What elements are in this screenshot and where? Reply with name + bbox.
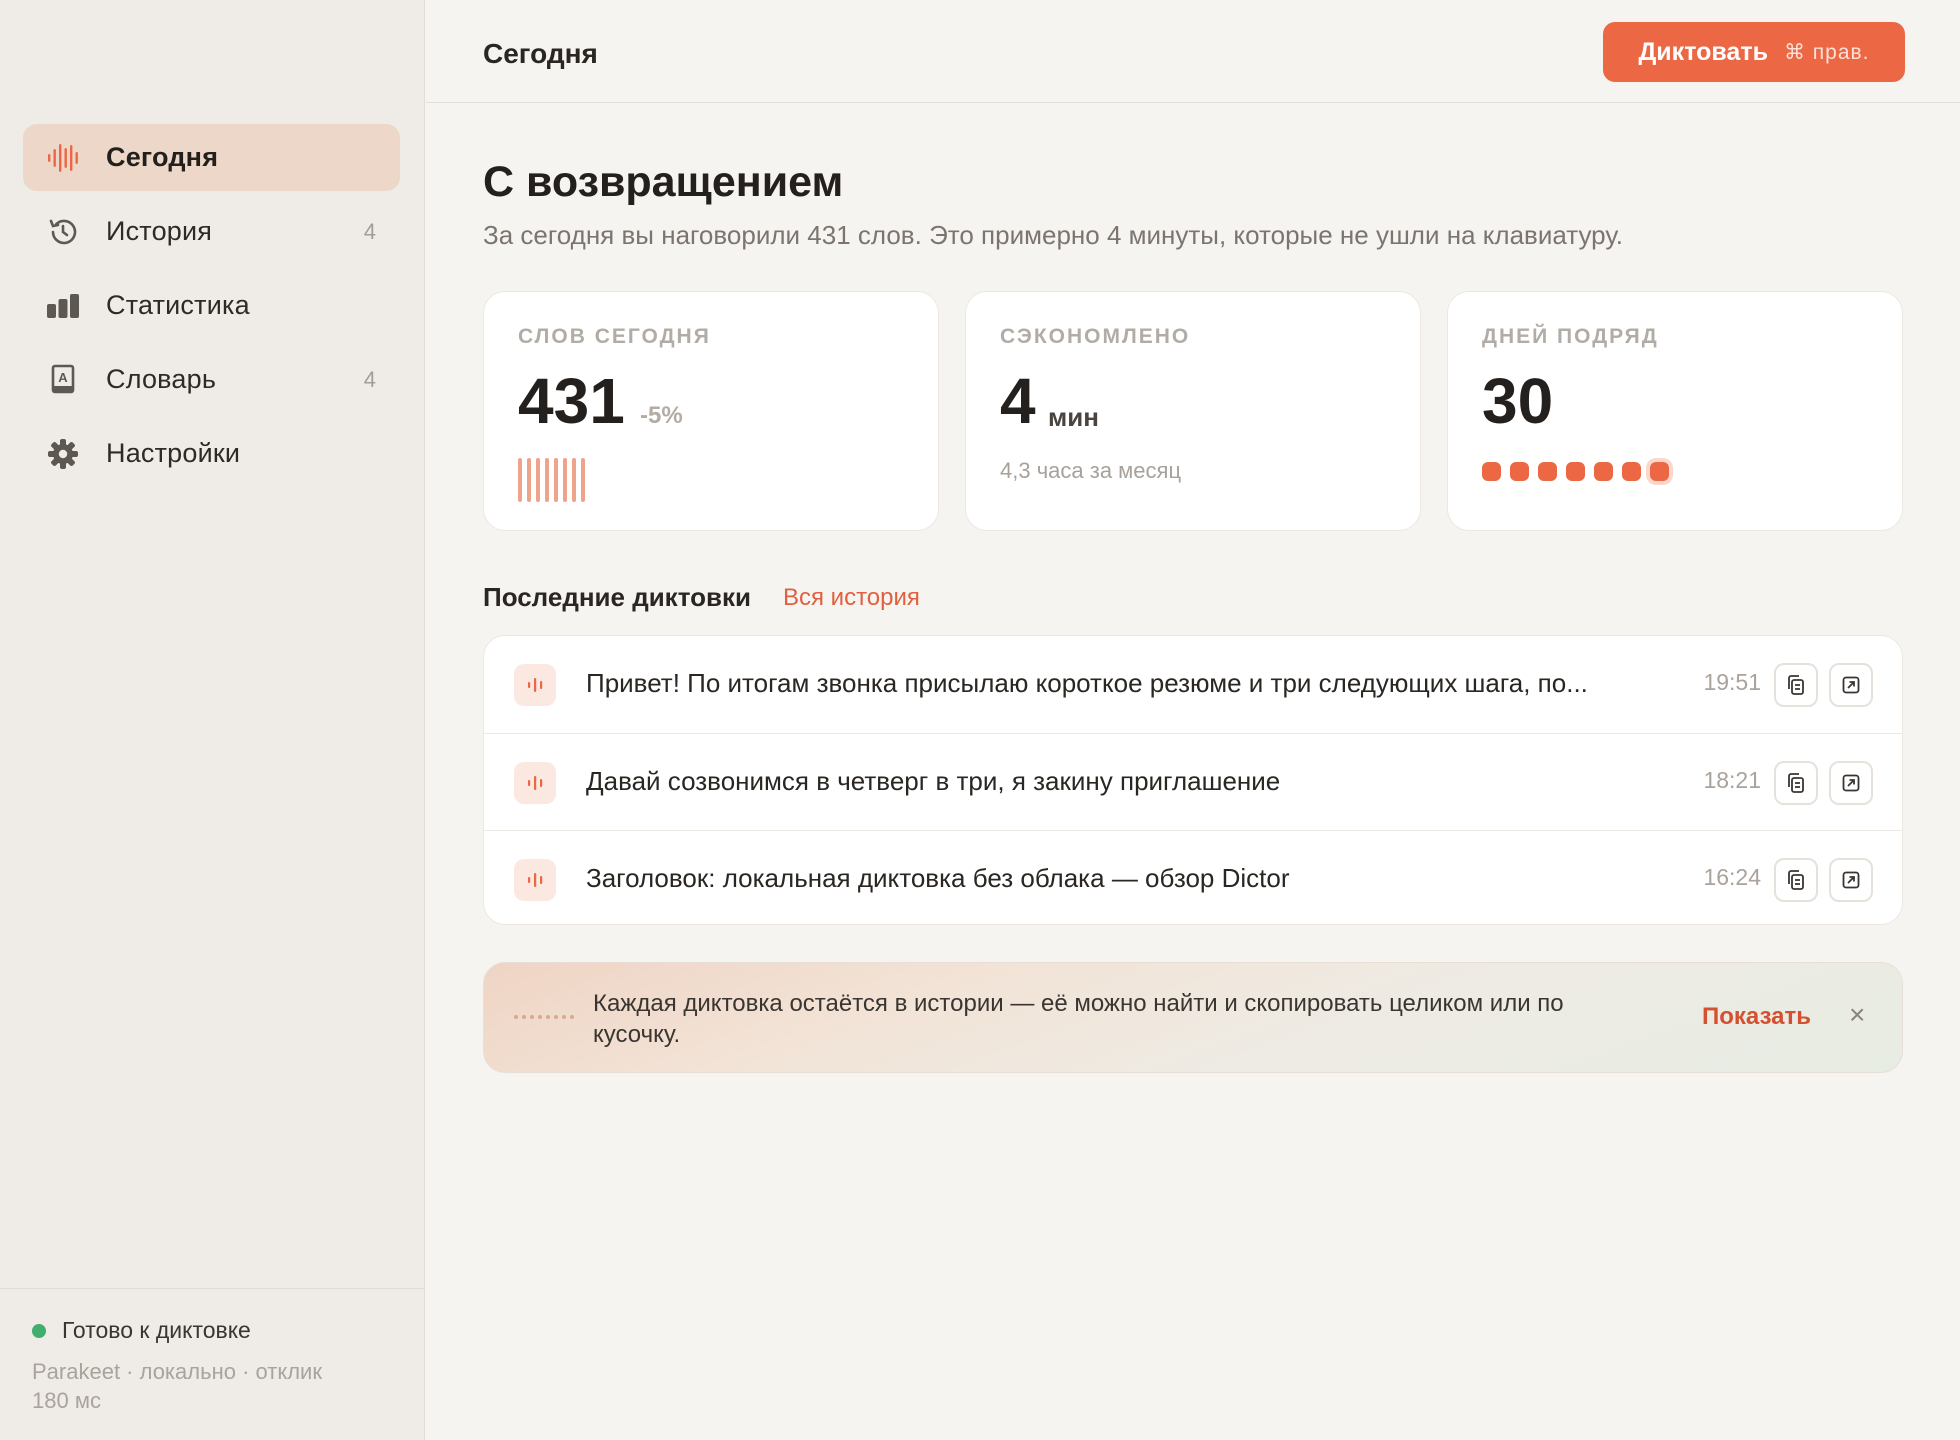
greeting-title: С возвращением xyxy=(483,158,844,206)
sidebar-item-dictionary[interactable]: A Словарь 4 xyxy=(23,346,400,413)
copy-button[interactable] xyxy=(1774,663,1818,707)
page-title: Сегодня xyxy=(483,38,598,69)
dictionary-icon: A xyxy=(46,364,80,396)
sidebar-item-today[interactable]: Сегодня xyxy=(23,124,400,191)
sidebar-item-label: Словарь xyxy=(106,364,217,394)
streak-day-dot xyxy=(1622,462,1641,481)
sidebar: Сегодня История 4 Статистика A Словарь 4… xyxy=(0,0,425,1440)
sidebar-item-label: Настройки xyxy=(106,438,241,468)
copy-icon xyxy=(1788,772,1804,793)
stat-label: СЛОВ СЕГОДНЯ xyxy=(518,325,711,348)
streak-day-dot xyxy=(1594,462,1613,481)
open-external-icon xyxy=(1842,871,1860,889)
dictate-button[interactable]: Диктовать ⌘ прав. xyxy=(1603,22,1905,82)
list-item[interactable]: Заголовок: локальная диктовка без облака… xyxy=(484,831,1902,924)
top-bar: Сегодня Диктовать ⌘ прав. xyxy=(426,0,1960,103)
stat-label: СЭКОНОМЛЕНО xyxy=(1000,325,1191,348)
sparkline-bar xyxy=(545,458,549,502)
sidebar-item-label: Сегодня xyxy=(106,142,219,172)
sidebar-item-settings[interactable]: Настройки xyxy=(23,420,400,487)
tip-banner: Каждая диктовка остаётся в истории — её … xyxy=(483,962,1903,1073)
streak-day-dot xyxy=(1538,462,1557,481)
dictation-time: 19:51 xyxy=(1703,669,1761,695)
dictation-text: Заголовок: локальная диктовка без облака… xyxy=(586,863,1290,893)
streak-day-dot xyxy=(1510,462,1529,481)
open-button[interactable] xyxy=(1829,663,1873,707)
sparkline-bar xyxy=(527,458,531,502)
tip-show-button[interactable]: Показать xyxy=(1702,1003,1811,1031)
status-indicator xyxy=(32,1324,46,1338)
waveform-icon xyxy=(514,859,556,901)
words-sparkline xyxy=(518,458,585,502)
greeting-subtitle: За сегодня вы наговорили 431 слов. Это п… xyxy=(483,220,1623,250)
copy-button[interactable] xyxy=(1774,858,1818,902)
dictation-text: Привет! По итогам звонка присылаю коротк… xyxy=(586,668,1588,698)
sparkline-bar xyxy=(581,458,585,502)
dictation-time: 18:21 xyxy=(1703,766,1761,793)
stat-value: 4 xyxy=(1000,365,1036,437)
svg-text:A: A xyxy=(58,370,68,385)
stat-delta: -5% xyxy=(640,402,683,429)
dictation-time: 16:24 xyxy=(1703,864,1761,890)
open-external-icon xyxy=(1842,774,1860,791)
status-text: Готово к диктовке xyxy=(62,1317,251,1343)
history-icon xyxy=(46,216,80,248)
sidebar-item-label: Статистика xyxy=(106,290,250,320)
open-button[interactable] xyxy=(1829,858,1873,902)
dictation-text: Давай созвонимся в четверг в три, я заки… xyxy=(586,765,1281,796)
waveform-icon xyxy=(514,1015,574,1019)
sparkline-bar xyxy=(563,458,567,502)
all-history-link[interactable]: Вся история xyxy=(783,584,920,612)
streak-dots xyxy=(1482,462,1669,481)
waveform-icon xyxy=(46,142,80,174)
sidebar-item-count: 4 xyxy=(363,366,376,392)
dictate-button-label: Диктовать xyxy=(1638,37,1768,66)
sidebar-footer: Готово к диктовке Parakeet · локально · … xyxy=(0,1288,425,1440)
stat-value: 30 xyxy=(1482,365,1554,437)
stat-card-streak: ДНЕЙ ПОДРЯД 30 xyxy=(1447,291,1903,531)
model-info: Parakeet · локально · отклик 180 мс xyxy=(32,1359,322,1413)
stat-value: 431 xyxy=(518,365,625,437)
sidebar-item-statistics[interactable]: Статистика xyxy=(23,272,400,339)
tip-text: Каждая диктовка остаётся в истории — её … xyxy=(593,990,1564,1048)
sidebar-item-history[interactable]: История 4 xyxy=(23,198,400,265)
stat-card-saved: СЭКОНОМЛЕНО 4 мин 4,3 часа за месяц xyxy=(965,291,1421,531)
recent-list: Привет! По итогам звонка присылаю коротк… xyxy=(483,635,1903,925)
open-external-icon xyxy=(1842,676,1860,694)
streak-day-dot xyxy=(1566,462,1585,481)
gear-icon xyxy=(46,438,80,470)
copy-button[interactable] xyxy=(1774,760,1818,805)
dictate-shortcut-hint: ⌘ прав. xyxy=(1783,40,1870,64)
streak-day-dot xyxy=(1482,462,1501,481)
list-item[interactable]: Привет! По итогам звонка присылаю коротк… xyxy=(484,636,1902,734)
copy-icon xyxy=(1788,870,1804,890)
sparkline-bar xyxy=(536,458,540,502)
sparkline-bar xyxy=(554,458,558,502)
stat-note: 4,3 часа за месяц xyxy=(1000,458,1182,483)
stat-label: ДНЕЙ ПОДРЯД xyxy=(1482,325,1659,348)
open-button[interactable] xyxy=(1829,760,1873,805)
sidebar-item-label: История xyxy=(106,216,213,246)
copy-icon xyxy=(1788,675,1804,695)
waveform-icon xyxy=(514,664,556,706)
stat-unit: мин xyxy=(1048,402,1099,432)
close-icon[interactable]: × xyxy=(1849,999,1865,1031)
sparkline-bar xyxy=(518,458,522,502)
sidebar-nav: Сегодня История 4 Статистика A Словарь 4… xyxy=(23,124,400,494)
bar-chart-icon xyxy=(46,290,80,322)
recent-section-title: Последние диктовки xyxy=(483,582,751,612)
sidebar-item-count: 4 xyxy=(363,218,376,244)
sparkline-bar xyxy=(572,458,576,502)
list-item[interactable]: Давай созвонимся в четверг в три, я заки… xyxy=(484,734,1902,831)
stat-card-words: СЛОВ СЕГОДНЯ 431 -5% xyxy=(483,291,939,531)
waveform-icon xyxy=(514,761,556,804)
streak-day-dot xyxy=(1650,462,1669,481)
